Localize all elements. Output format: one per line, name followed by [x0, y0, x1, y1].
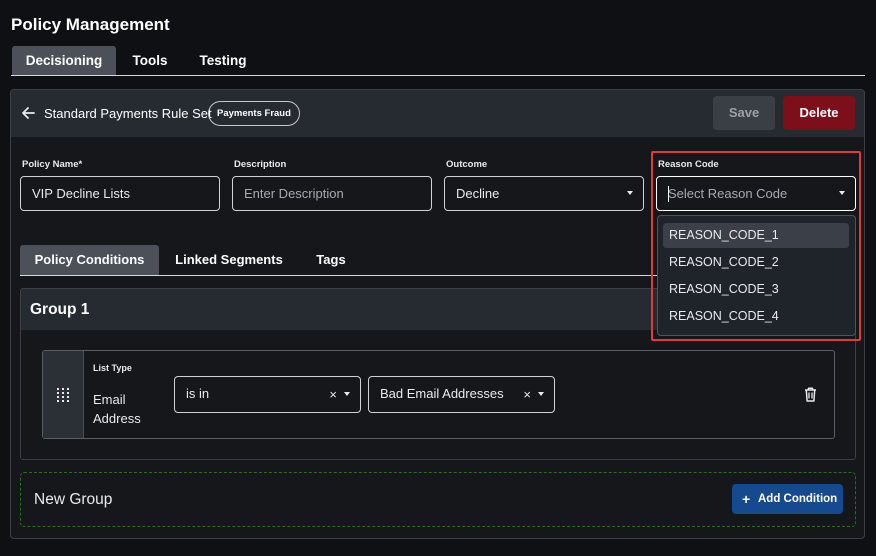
category-badge: Payments Fraud — [208, 101, 300, 126]
outcome-select[interactable]: Decline — [444, 176, 644, 211]
condition-type-label: List Type — [93, 363, 132, 373]
drag-handle[interactable] — [43, 351, 84, 438]
add-condition-label: Add Condition — [758, 493, 838, 505]
plus-icon: + — [742, 491, 751, 507]
page-title: Policy Management — [11, 15, 170, 34]
clear-icon[interactable]: × — [523, 377, 531, 412]
delete-button[interactable]: Delete — [783, 96, 855, 130]
ruleset-title: Standard Payments Rule Set — [44, 106, 212, 121]
policy-tab-bar: Policy Conditions Linked Segments Tags — [20, 245, 660, 276]
top-tab-bar: Decisioning Tools Testing — [11, 46, 865, 76]
tab-linked-segments[interactable]: Linked Segments — [166, 245, 292, 275]
policy-name-field[interactable]: VIP Decline Lists — [20, 176, 220, 211]
policy-name-label: Policy Name* — [22, 159, 83, 170]
list-select[interactable]: Bad Email Addresses × — [368, 376, 555, 413]
list-value: Bad Email Addresses — [380, 386, 504, 401]
condition-field-name: Email Address — [93, 390, 141, 428]
caret-down-icon — [344, 392, 350, 396]
operator-select[interactable]: is in × — [174, 376, 361, 413]
new-group-title: New Group — [34, 491, 113, 508]
ruleset-header: Standard Payments Rule Set Payments Frau… — [11, 90, 864, 137]
condition-row: List Type Email Address is in × Bad Emai… — [42, 350, 835, 439]
caret-down-icon — [627, 191, 633, 195]
description-field[interactable]: Enter Description — [232, 176, 432, 211]
add-condition-button[interactable]: + Add Condition — [732, 484, 843, 514]
clear-icon[interactable]: × — [329, 377, 337, 412]
grip-icon — [57, 388, 69, 402]
description-label: Description — [234, 159, 287, 170]
condition-field-line: Email — [93, 392, 126, 407]
condition-field-line: Address — [93, 411, 141, 426]
highlight-box — [651, 151, 861, 341]
tab-decisioning[interactable]: Decisioning — [12, 46, 116, 75]
tab-testing[interactable]: Testing — [185, 46, 261, 75]
caret-down-icon — [538, 392, 544, 396]
trash-icon[interactable] — [804, 387, 817, 402]
new-group-dropzone: New Group + Add Condition — [20, 472, 856, 527]
tab-policy-conditions[interactable]: Policy Conditions — [20, 245, 159, 275]
save-button[interactable]: Save — [713, 96, 775, 130]
group-title: Group 1 — [30, 301, 90, 318]
operator-value: is in — [186, 386, 210, 401]
tab-tools[interactable]: Tools — [118, 46, 182, 75]
outcome-value: Decline — [456, 186, 500, 201]
tab-tags[interactable]: Tags — [308, 245, 354, 275]
arrow-left-icon[interactable] — [21, 102, 39, 124]
outcome-label: Outcome — [446, 159, 488, 170]
